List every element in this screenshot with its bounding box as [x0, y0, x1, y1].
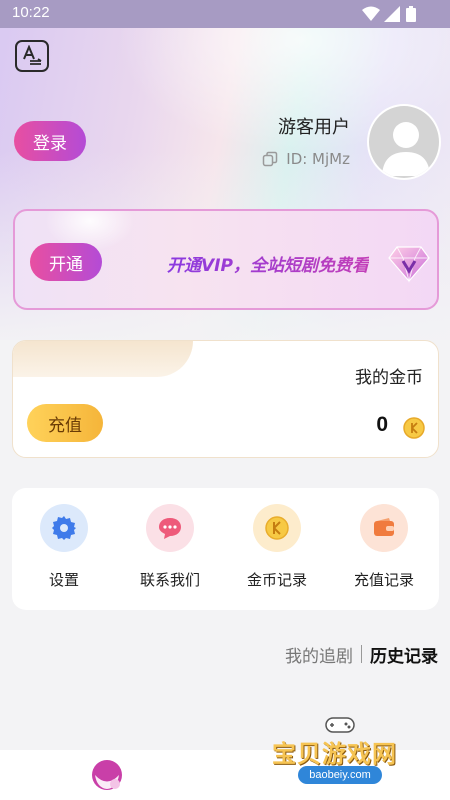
watermark-title: 宝贝游戏网 — [272, 740, 397, 768]
coin-k-icon — [265, 516, 289, 540]
vip-banner[interactable]: 开通 开通VIP，全站短剧免费看 — [13, 209, 439, 310]
coin-icon — [403, 417, 425, 439]
avatar[interactable] — [367, 104, 441, 180]
login-button[interactable]: 登录 — [14, 121, 86, 161]
recharge-records-icon-circle — [360, 504, 408, 552]
menu-item-coin-records[interactable]: 金币记录 — [227, 504, 327, 599]
menu-label-contact: 联系我们 — [139, 571, 200, 589]
open-vip-button[interactable]: 开通 — [30, 243, 102, 281]
signal-icon — [384, 6, 400, 22]
contact-icon-circle — [146, 504, 194, 552]
vip-diamond-icon — [388, 246, 430, 283]
status-bar: 10:22 — [0, 0, 450, 28]
tab-divider — [361, 645, 362, 663]
coin-card-tab — [13, 341, 193, 377]
status-icons — [362, 6, 422, 22]
gear-icon — [52, 516, 76, 540]
user-id-row: ID: MjMz — [262, 150, 350, 168]
coin-card: 我的金币 充值 0 — [12, 340, 439, 458]
menu-label-recharge-records: 充值记录 — [353, 571, 414, 589]
tab-my-following[interactable]: 我的追剧 — [285, 642, 353, 667]
chat-icon — [159, 518, 181, 539]
status-time: 10:22 — [12, 4, 50, 21]
recharge-button[interactable]: 充值 — [27, 404, 103, 442]
user-id-text: ID: MjMz — [286, 150, 350, 168]
translate-icon — [23, 45, 42, 65]
menu-item-recharge-records[interactable]: 充值记录 — [334, 504, 434, 599]
wallet-icon — [374, 518, 394, 536]
menu-item-settings[interactable]: 设置 — [14, 504, 114, 599]
battery-icon — [406, 6, 416, 22]
user-name: 游客用户 — [278, 117, 350, 138]
settings-icon-circle — [40, 504, 88, 552]
menu-label-settings: 设置 — [48, 571, 79, 589]
copy-icon[interactable] — [262, 151, 278, 167]
menu-label-coin-records: 金币记录 — [246, 571, 307, 589]
translate-button[interactable] — [15, 40, 49, 72]
wifi-icon — [362, 6, 380, 21]
history-tabs: 我的追剧 历史记录 — [285, 642, 438, 667]
gamepad-icon — [325, 717, 355, 733]
menu-card: 设置 联系我们 金币记录 充值记录 — [12, 488, 439, 610]
coin-balance: 0 — [376, 413, 388, 436]
profile-nav-icon[interactable] — [90, 758, 124, 792]
coin-records-icon-circle — [253, 504, 301, 552]
coin-title: 我的金币 — [355, 368, 423, 388]
watermark-logo: 宝贝游戏网 baobeiy.com — [270, 714, 420, 794]
tab-history[interactable]: 历史记录 — [370, 642, 438, 667]
vip-promo-text: 开通VIP，全站短剧免费看 — [167, 251, 369, 276]
watermark-url: baobeiy.com — [298, 766, 382, 784]
menu-item-contact[interactable]: 联系我们 — [120, 504, 220, 599]
